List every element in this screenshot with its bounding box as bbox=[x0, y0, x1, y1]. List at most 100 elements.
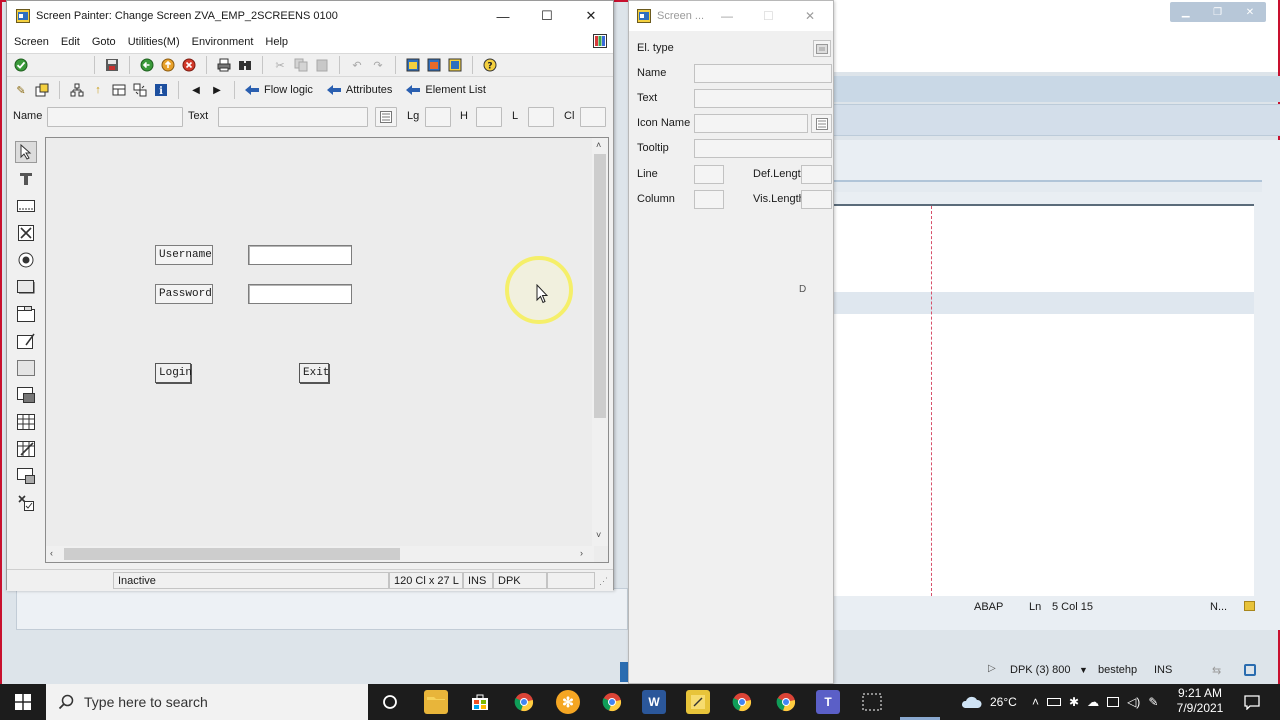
editor-more[interactable]: N... bbox=[1210, 601, 1227, 613]
find-icon[interactable] bbox=[237, 57, 253, 73]
window-icon-2[interactable] bbox=[426, 57, 442, 73]
status-settings-icon[interactable]: ⇆ bbox=[1212, 664, 1221, 677]
scroll-down-icon[interactable]: ˅ bbox=[596, 530, 601, 540]
window-icon-1[interactable] bbox=[405, 57, 421, 73]
horizontal-scroll-thumb[interactable] bbox=[64, 548, 400, 560]
previous-icon[interactable]: ◀ bbox=[188, 82, 204, 98]
pushbutton-tool-icon[interactable] bbox=[15, 276, 37, 298]
scroll-left-icon[interactable]: ‹ bbox=[50, 548, 53, 558]
table-wizard-icon[interactable] bbox=[15, 438, 37, 460]
attr-vis-length-field[interactable] bbox=[801, 190, 832, 209]
weather-widget[interactable]: 26°C bbox=[960, 684, 1017, 720]
minimize-icon[interactable]: — bbox=[481, 1, 525, 31]
taskbar-clock[interactable]: 9:21 AM 7/9/2021 bbox=[1172, 686, 1228, 716]
attr-def-length-field[interactable] bbox=[801, 165, 832, 184]
table-control-tool-icon[interactable] bbox=[15, 411, 37, 433]
horizontal-scrollbar[interactable]: ‹ › bbox=[46, 546, 594, 562]
close-icon[interactable]: ✕ bbox=[569, 1, 613, 31]
attr-column-field[interactable] bbox=[694, 190, 724, 209]
vertical-scrollbar[interactable]: ˄ ˅ bbox=[592, 138, 608, 546]
text-field-tool-icon[interactable] bbox=[15, 168, 37, 190]
menu-help[interactable]: Help bbox=[265, 36, 288, 48]
network-icon[interactable] bbox=[1107, 697, 1120, 707]
flow-logic-button[interactable]: Flow logic bbox=[244, 82, 313, 98]
menu-environment[interactable]: Environment bbox=[192, 36, 254, 48]
copy-icon[interactable] bbox=[293, 57, 309, 73]
volume-icon[interactable]: ◁) bbox=[1127, 695, 1140, 709]
notifications-icon[interactable] bbox=[1240, 690, 1264, 714]
save-icon[interactable] bbox=[104, 57, 120, 73]
abap-editor-area[interactable] bbox=[834, 204, 1254, 596]
chrome-icon-4[interactable] bbox=[774, 690, 798, 714]
subscreen-tool-icon[interactable] bbox=[15, 384, 37, 406]
teams-icon[interactable]: T bbox=[816, 690, 840, 714]
battery-icon[interactable] bbox=[1047, 698, 1062, 706]
help-icon[interactable]: ? bbox=[482, 57, 498, 73]
lg-field[interactable] bbox=[425, 107, 451, 127]
microsoft-store-icon[interactable] bbox=[468, 690, 492, 714]
back-icon[interactable] bbox=[139, 57, 155, 73]
attr-line-field[interactable] bbox=[694, 165, 724, 184]
chrome-icon-3[interactable] bbox=[730, 690, 754, 714]
sticky-notes-icon[interactable] bbox=[686, 690, 710, 714]
scroll-up-icon[interactable]: ˄ bbox=[596, 140, 601, 150]
session-dropdown-icon[interactable]: ▼ bbox=[1079, 665, 1088, 675]
box-tool-icon[interactable] bbox=[15, 357, 37, 379]
window-icon-3[interactable] bbox=[447, 57, 463, 73]
attributes-button[interactable]: Attributes bbox=[326, 82, 392, 98]
close-icon[interactable]: ✕ bbox=[1246, 7, 1254, 18]
element-list-button[interactable]: Element List bbox=[405, 82, 486, 98]
pen-icon[interactable]: ✎ bbox=[1148, 695, 1158, 709]
username-label[interactable]: Username bbox=[155, 245, 213, 265]
attr-icon-name-field[interactable] bbox=[694, 114, 808, 133]
login-button[interactable]: Login bbox=[155, 363, 192, 383]
redo-icon[interactable]: ↷ bbox=[370, 57, 386, 73]
print-icon[interactable] bbox=[216, 57, 232, 73]
cl-field[interactable] bbox=[580, 107, 606, 127]
editor-options-icon[interactable] bbox=[1244, 601, 1255, 611]
minimize-icon[interactable]: — bbox=[721, 1, 733, 31]
l-field[interactable] bbox=[528, 107, 554, 127]
maximize-icon[interactable]: ☐ bbox=[763, 1, 774, 31]
snowflake-app-icon[interactable]: ✻ bbox=[556, 690, 580, 714]
cut-icon[interactable]: ✂ bbox=[272, 57, 288, 73]
password-input[interactable] bbox=[248, 284, 352, 304]
resize-grip-icon[interactable]: ⋰ bbox=[599, 576, 608, 587]
onedrive-icon[interactable]: ☁ bbox=[1087, 695, 1099, 709]
h-field[interactable] bbox=[476, 107, 502, 127]
marker-icon[interactable]: ↑ bbox=[90, 82, 106, 98]
status-expand-icon[interactable]: ▷ bbox=[988, 663, 996, 674]
maximize-icon[interactable]: ☐ bbox=[525, 1, 569, 31]
taskbar-search-box[interactable]: Type here to search bbox=[46, 684, 368, 720]
attr-tooltip-field[interactable] bbox=[694, 139, 832, 158]
exit-icon[interactable] bbox=[160, 57, 176, 73]
icon-lookup-button[interactable] bbox=[811, 114, 832, 133]
name-field[interactable] bbox=[47, 107, 183, 127]
task-view-icon[interactable] bbox=[378, 690, 402, 714]
exit-button[interactable]: Exit bbox=[299, 363, 329, 383]
tabstrip-tool-icon[interactable] bbox=[15, 303, 37, 325]
restore-icon[interactable]: ❐ bbox=[1213, 7, 1222, 18]
screen-layout-canvas[interactable]: Username Password Login Exit ˄ ˅ ‹ › bbox=[45, 137, 609, 563]
status-lock-icon[interactable] bbox=[1244, 664, 1256, 676]
settings-icon[interactable] bbox=[132, 82, 148, 98]
menu-edit[interactable]: Edit bbox=[61, 36, 80, 48]
dictionary-fields-icon[interactable] bbox=[34, 82, 50, 98]
bluetooth-icon[interactable]: ✱ bbox=[1069, 695, 1079, 709]
info-icon[interactable]: i bbox=[153, 82, 169, 98]
snipping-tool-icon[interactable] bbox=[860, 690, 884, 714]
input-field-tool-icon[interactable] bbox=[15, 195, 37, 217]
chrome-icon[interactable] bbox=[512, 690, 536, 714]
customize-layout-icon[interactable] bbox=[593, 34, 607, 48]
menu-goto[interactable]: Goto bbox=[92, 36, 116, 48]
username-input[interactable] bbox=[248, 245, 352, 265]
layout-icon[interactable] bbox=[111, 82, 127, 98]
password-label[interactable]: Password bbox=[155, 284, 213, 304]
chevron-up-icon[interactable]: ˄ bbox=[1032, 695, 1039, 709]
hierarchy-icon[interactable] bbox=[69, 82, 85, 98]
menu-utilities[interactable]: Utilities(M) bbox=[128, 36, 180, 48]
background-window-controls[interactable]: ▁ ❐ ✕ bbox=[1170, 2, 1266, 22]
word-icon[interactable]: W bbox=[642, 690, 666, 714]
chrome-icon-2[interactable] bbox=[600, 690, 624, 714]
radio-button-tool-icon[interactable] bbox=[15, 249, 37, 271]
